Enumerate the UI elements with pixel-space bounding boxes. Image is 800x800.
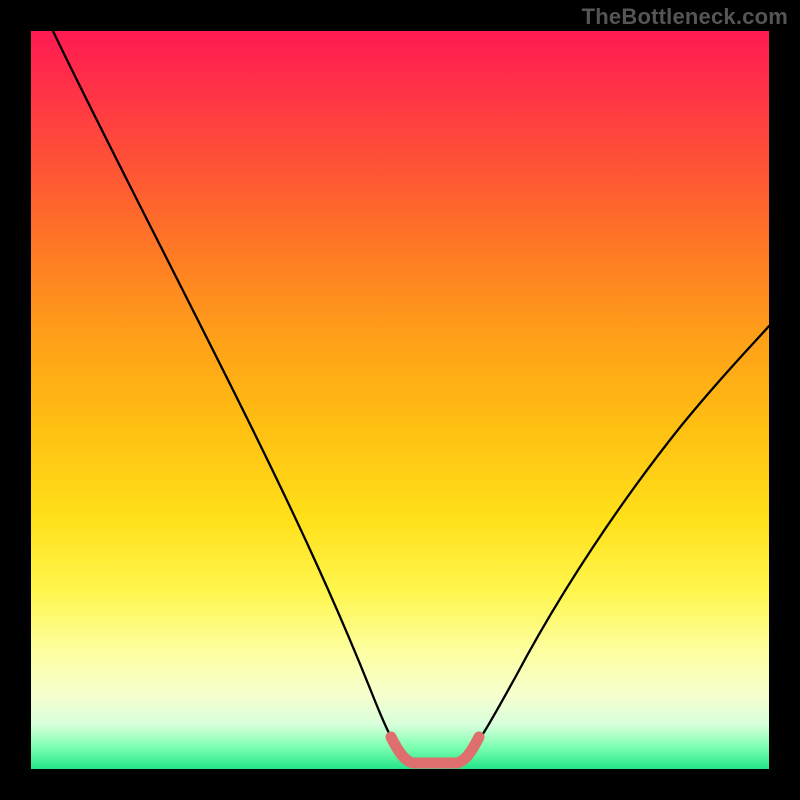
chart-frame: TheBottleneck.com: [0, 0, 800, 800]
bottleneck-curve: [53, 31, 769, 762]
optimal-band-curve: [391, 737, 479, 763]
curve-layer: [31, 31, 769, 769]
watermark-text: TheBottleneck.com: [582, 4, 788, 30]
plot-area: [31, 31, 769, 769]
